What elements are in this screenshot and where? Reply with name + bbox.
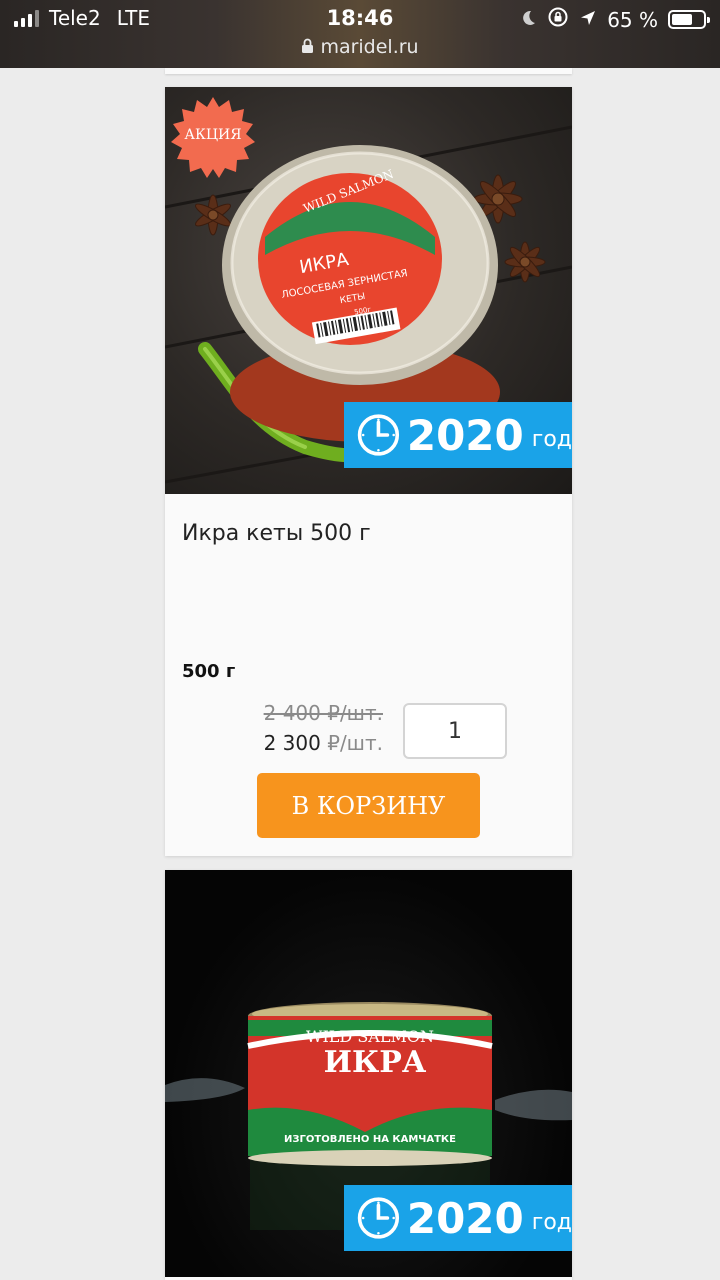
status-bar: Tele2 LTE 18:46 maridel.ru 65 % xyxy=(0,0,720,68)
product-image[interactable]: WILD SALMON ИКРА ИЗГОТОВЛЕНО НА КАМЧАТКЕ… xyxy=(165,870,572,1277)
previous-card-edge xyxy=(165,68,572,74)
product-image[interactable]: WILD SALMON ИКРА ЛОСОСЕВАЯ ЗЕРНИСТАЯ КЕТ… xyxy=(165,87,572,494)
product-title[interactable]: Икра кеты 500 г xyxy=(182,521,371,546)
old-price: 2 400 ₽/шт. xyxy=(263,701,383,725)
clock-icon xyxy=(357,414,400,456)
year-unit: год xyxy=(531,1209,572,1235)
product-card: WILD SALMON ИКРА ИЗГОТОВЛЕНО НА КАМЧАТКЕ… xyxy=(165,870,572,1280)
tin-title: ИКРА xyxy=(324,1045,427,1080)
address-bar[interactable]: maridel.ru xyxy=(0,36,720,58)
url-text: maridel.ru xyxy=(320,36,419,58)
moon-icon xyxy=(519,8,537,32)
quantity-input[interactable] xyxy=(403,703,507,759)
product-card: WILD SALMON ИКРА ЛОСОСЕВАЯ ЗЕРНИСТАЯ КЕТ… xyxy=(165,87,572,856)
current-price: 2 300 ₽/шт. xyxy=(247,731,383,755)
battery-icon xyxy=(668,10,710,29)
battery-percent: 65 % xyxy=(607,7,658,32)
lock-icon xyxy=(301,36,320,58)
status-right: 65 % xyxy=(519,6,710,33)
orientation-lock-icon xyxy=(547,6,569,33)
clock-icon xyxy=(357,1197,400,1239)
year-unit: год xyxy=(531,426,572,452)
location-icon xyxy=(579,8,597,32)
tin-brand: WILD SALMON xyxy=(306,1027,434,1046)
year-tag: 2020 год xyxy=(344,1185,572,1251)
price-unit: ₽/шт. xyxy=(327,731,383,755)
product-weight: 500 г xyxy=(182,661,236,682)
sale-badge: АКЦИЯ xyxy=(171,95,255,179)
year-tag: 2020 год xyxy=(344,402,572,468)
price-value: 2 300 xyxy=(263,731,321,755)
add-to-cart-button[interactable]: В КОРЗИНУ xyxy=(257,773,480,838)
year-value: 2020 xyxy=(406,1193,524,1243)
year-value: 2020 xyxy=(406,410,524,460)
sale-badge-label: АКЦИЯ xyxy=(184,127,242,143)
tin-footer: ИЗГОТОВЛЕНО НА КАМЧАТКЕ xyxy=(284,1134,456,1145)
